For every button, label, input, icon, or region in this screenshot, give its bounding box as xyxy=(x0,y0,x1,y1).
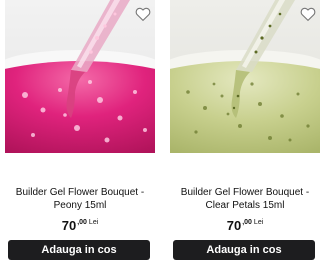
price-decimal: ,00 xyxy=(242,218,252,226)
wishlist-heart-icon[interactable] xyxy=(299,5,317,23)
product-price: 70,00 Lei xyxy=(170,217,320,235)
product-card[interactable]: Builder Gel Flower Bouquet - Clear Petal… xyxy=(170,0,320,270)
price-integer: 70 xyxy=(226,218,242,233)
wishlist-heart-icon[interactable] xyxy=(134,5,152,23)
product-card[interactable]: Builder Gel Flower Bouquet - Peony 15ml … xyxy=(5,0,155,270)
add-to-cart-button[interactable]: Adauga in cos xyxy=(8,240,150,260)
price-currency: Lei xyxy=(253,218,264,226)
price-currency: Lei xyxy=(88,218,99,226)
product-title-line1[interactable]: Builder Gel Flower Bouquet - xyxy=(5,186,155,199)
product-title[interactable]: Builder Gel Flower Bouquet - Clear Petal… xyxy=(170,186,320,212)
product-price: 70,00 Lei xyxy=(5,217,155,235)
product-title[interactable]: Builder Gel Flower Bouquet - Peony 15ml xyxy=(5,186,155,212)
product-image[interactable] xyxy=(170,0,320,153)
add-to-cart-button[interactable]: Adauga in cos xyxy=(173,240,315,260)
product-image[interactable] xyxy=(5,0,155,153)
product-title-line1[interactable]: Builder Gel Flower Bouquet - xyxy=(170,186,320,199)
product-title-line2[interactable]: Clear Petals 15ml xyxy=(170,199,320,212)
price-decimal: ,00 xyxy=(77,218,87,226)
price-integer: 70 xyxy=(61,218,77,233)
product-title-line2[interactable]: Peony 15ml xyxy=(5,199,155,212)
